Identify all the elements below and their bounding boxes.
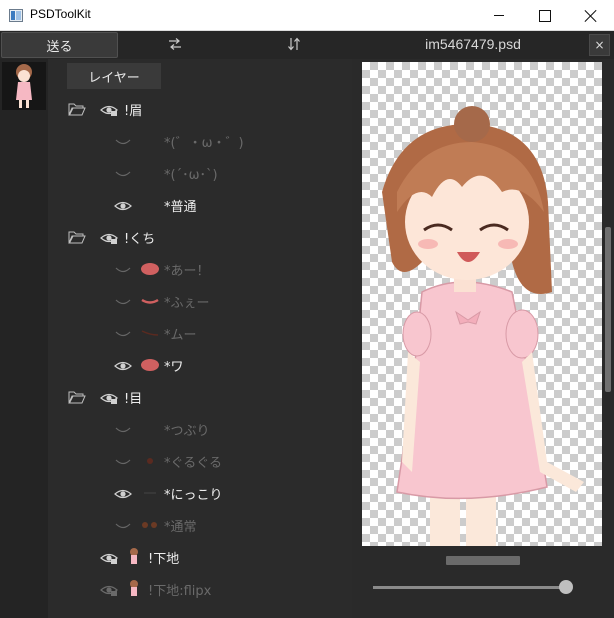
layer-thumbnail: [140, 291, 160, 311]
preview-canvas[interactable]: [362, 62, 602, 546]
layer-name: *ムー: [164, 328, 197, 343]
eye-closed-icon[interactable]: [114, 294, 132, 308]
layer-thumbnail: [140, 483, 160, 503]
eye-closed-icon[interactable]: [114, 518, 132, 532]
eye-closed-icon[interactable]: [114, 326, 132, 340]
tab-layers[interactable]: レイヤー: [67, 63, 161, 89]
window-title: PSDToolKit: [30, 7, 91, 21]
layer-row[interactable]: *あー！: [48, 253, 352, 285]
document-list: [0, 59, 48, 618]
folder-open-icon[interactable]: [68, 389, 86, 404]
toolbar: 送る im5467479.psd ×: [0, 31, 614, 59]
folder-open-icon[interactable]: [68, 229, 86, 244]
layer-row[interactable]: *普通: [48, 189, 352, 221]
layer-name: !くち: [124, 232, 156, 247]
layer-name: *にっこり: [164, 488, 223, 503]
layer-name: *あー！: [164, 264, 210, 279]
layer-thumbnail: [140, 355, 160, 375]
layer-name: *(´･ω･`): [164, 168, 218, 183]
minimize-icon[interactable]: [476, 0, 522, 31]
layer-folder-row[interactable]: !目: [48, 381, 352, 413]
app-icon: [9, 9, 23, 22]
eye-icon[interactable]: [114, 198, 132, 212]
layer-thumbnail: [124, 547, 144, 567]
horizontal-scrollbar[interactable]: [446, 556, 520, 565]
eye-icon[interactable]: [114, 358, 132, 372]
folder-open-icon[interactable]: [68, 101, 86, 116]
eye-lock-icon[interactable]: [100, 230, 118, 244]
layer-row[interactable]: *(゛・ω・゛): [48, 125, 352, 157]
character-image: [382, 106, 584, 546]
layer-name: !目: [124, 392, 143, 407]
eye-closed-icon[interactable]: [114, 166, 132, 180]
layer-row[interactable]: *ムー: [48, 317, 352, 349]
layer-row[interactable]: *(´･ω･`): [48, 157, 352, 189]
layer-row[interactable]: *つぶり: [48, 413, 352, 445]
layer-name: *ぐるぐる: [164, 456, 222, 471]
layer-panel: レイヤー !眉 *(゛・ω・゛) *(´･ω･`) *普通 !くち *あー！ *ふぇー *ムー…: [48, 59, 352, 618]
layer-folder-row[interactable]: !くち: [48, 221, 352, 253]
close-file-button[interactable]: ×: [589, 34, 610, 56]
layer-name: *ふぇー: [164, 296, 210, 311]
layer-name: *つぶり: [164, 424, 210, 439]
zoom-slider[interactable]: [373, 586, 567, 589]
layer-name: *ワ: [164, 360, 184, 375]
layer-thumbnail: [124, 579, 144, 599]
layer-name: !下地: [148, 552, 180, 567]
eye-lock-icon[interactable]: [100, 582, 118, 596]
maximize-icon[interactable]: [522, 0, 568, 31]
document-thumbnail[interactable]: [2, 62, 46, 110]
layer-row[interactable]: *ふぇー: [48, 285, 352, 317]
close-icon[interactable]: [568, 0, 614, 31]
layer-name: *普通: [164, 200, 197, 215]
eye-closed-icon[interactable]: [114, 134, 132, 148]
eye-icon[interactable]: [114, 486, 132, 500]
scroll-thumb[interactable]: [605, 227, 611, 392]
eye-closed-icon[interactable]: [114, 454, 132, 468]
layer-row[interactable]: *通常: [48, 509, 352, 541]
layer-row[interactable]: *ぐるぐる: [48, 445, 352, 477]
eye-closed-icon[interactable]: [114, 262, 132, 276]
layer-thumbnail: [140, 515, 160, 535]
swap-vertical-icon[interactable]: [286, 36, 302, 52]
layer-row[interactable]: *にっこり: [48, 477, 352, 509]
file-name: im5467479.psd: [425, 36, 521, 52]
preview-scrollbar[interactable]: [603, 62, 613, 546]
layer-row[interactable]: *ワ: [48, 349, 352, 381]
layer-name: !眉: [124, 104, 143, 119]
layer-name: *(゛・ω・゛): [164, 136, 244, 151]
swap-horizontal-icon[interactable]: [167, 36, 183, 52]
eye-closed-icon[interactable]: [114, 422, 132, 436]
layer-thumbnail: [140, 259, 160, 279]
layer-folder-row[interactable]: !眉: [48, 93, 352, 125]
eye-lock-icon[interactable]: [100, 550, 118, 564]
layer-name: *通常: [164, 520, 197, 535]
send-button[interactable]: 送る: [1, 32, 118, 58]
layer-thumbnail: [140, 323, 160, 343]
zoom-slider-handle[interactable]: [559, 580, 573, 594]
layer-name: !下地:flipx: [148, 584, 212, 599]
layer-row[interactable]: !下地:flipx: [48, 573, 352, 605]
eye-lock-icon[interactable]: [100, 390, 118, 404]
eye-lock-icon[interactable]: [100, 102, 118, 116]
layer-row[interactable]: !下地: [48, 541, 352, 573]
title-bar: PSDToolKit: [0, 0, 614, 31]
layer-thumbnail: [140, 451, 160, 471]
